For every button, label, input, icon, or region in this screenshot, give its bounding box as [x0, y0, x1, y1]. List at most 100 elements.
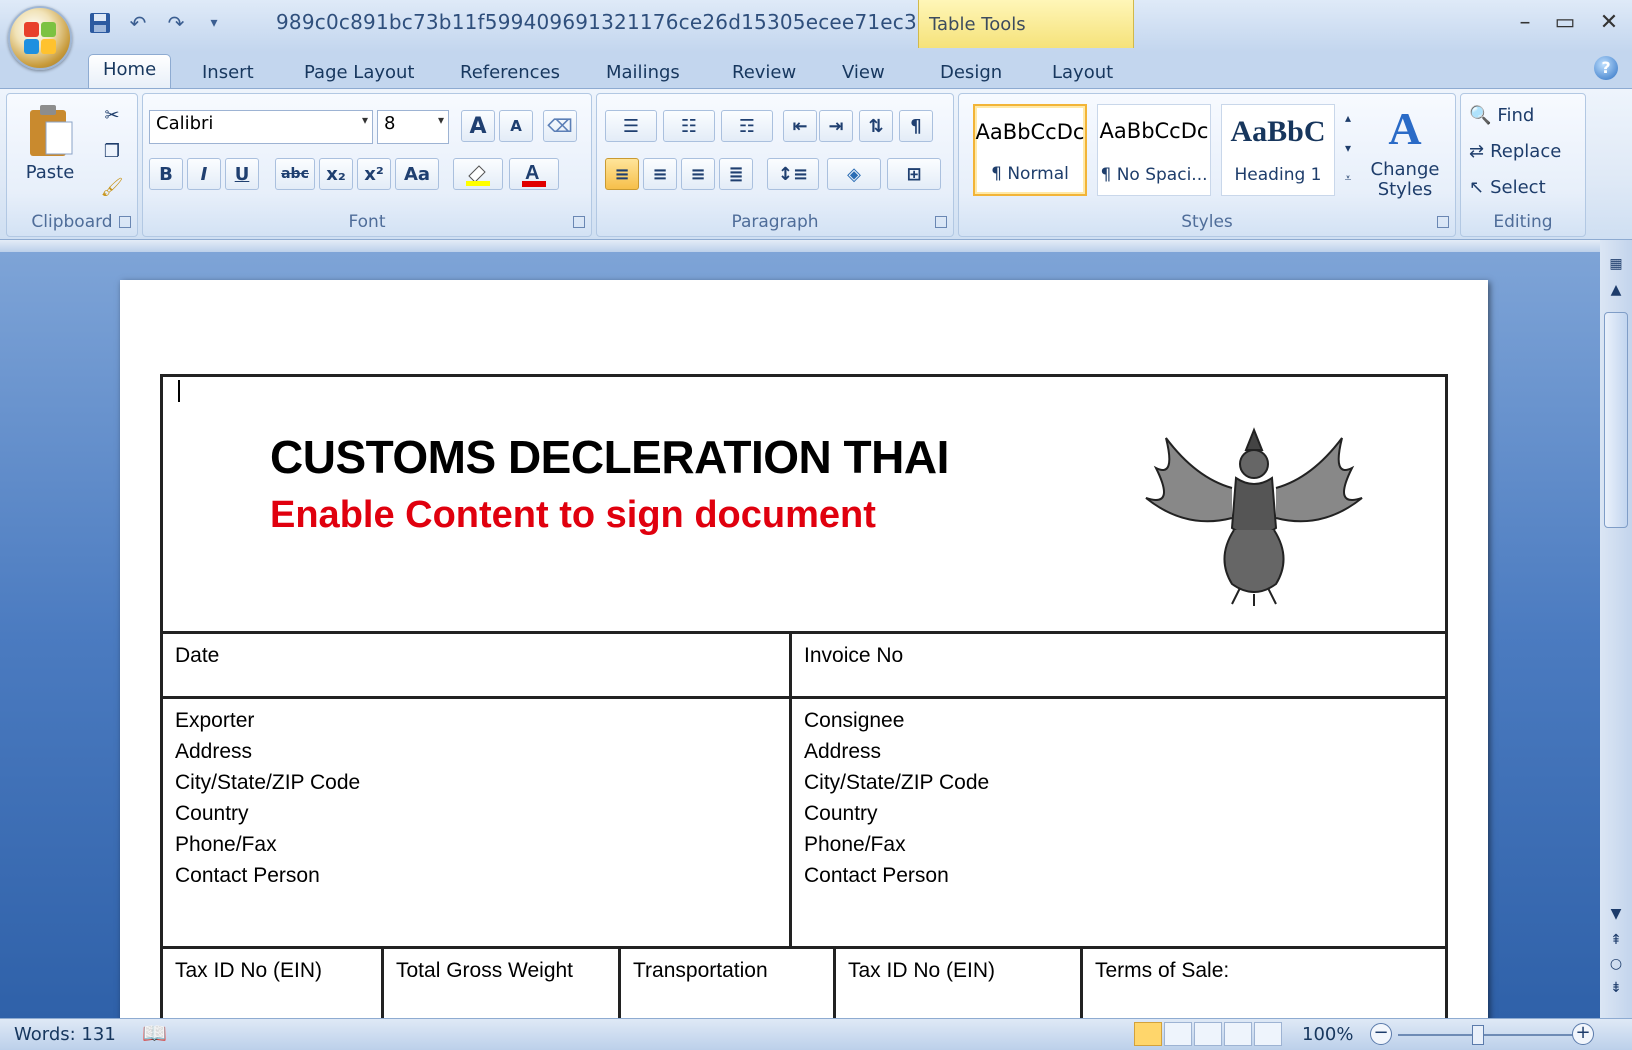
- paste-icon[interactable]: [21, 100, 81, 162]
- undo-icon[interactable]: ↶: [124, 10, 152, 36]
- borders-icon[interactable]: ⊞: [887, 158, 941, 190]
- sort-icon[interactable]: ⇅: [859, 110, 893, 142]
- replace-icon: ⇄: [1469, 140, 1485, 162]
- style-heading-1[interactable]: AaBbC Heading 1: [1221, 104, 1335, 196]
- tab-mailings[interactable]: Mailings: [606, 58, 680, 88]
- font-size-combo[interactable]: 8 ▾: [377, 110, 449, 144]
- shrink-font-button[interactable]: A: [499, 110, 533, 142]
- styles-more-icon[interactable]: ⩡: [1339, 164, 1357, 192]
- select-button[interactable]: ↖ Select: [1469, 172, 1579, 202]
- tab-design[interactable]: Design: [940, 58, 1002, 88]
- tab-layout[interactable]: Layout: [1052, 58, 1113, 88]
- bottom-cell[interactable]: Tax ID No (EIN): [833, 946, 1083, 1026]
- tab-home[interactable]: Home: [88, 54, 172, 90]
- underline-button[interactable]: U: [225, 158, 259, 190]
- italic-button[interactable]: I: [187, 158, 221, 190]
- align-center-icon[interactable]: ≡: [643, 158, 677, 190]
- change-case-button[interactable]: Aa: [395, 158, 439, 190]
- view-ruler-icon[interactable]: ▦: [1604, 256, 1628, 278]
- styles-scroll-down-icon[interactable]: ▾: [1339, 134, 1357, 162]
- close-button[interactable]: ✕: [1592, 10, 1626, 38]
- consignee-line: City/State/ZIP Code: [804, 771, 990, 794]
- table-tools-group: Table Tools: [918, 0, 1134, 48]
- print-layout-icon[interactable]: [1134, 1022, 1162, 1046]
- zoom-out-icon[interactable]: −: [1370, 1023, 1392, 1045]
- copy-icon[interactable]: ❐: [97, 138, 127, 164]
- consignee-cell[interactable]: Consignee Address City/State/ZIP Code Co…: [789, 696, 1448, 949]
- bottom-cell[interactable]: Tax ID No (EIN): [160, 946, 384, 1026]
- redo-icon[interactable]: ↷: [162, 10, 190, 36]
- style-normal[interactable]: AaBbCcDc ¶ Normal: [973, 104, 1087, 196]
- word-count[interactable]: Words: 131: [14, 1024, 116, 1045]
- clear-formatting-icon[interactable]: ⌫: [543, 110, 577, 142]
- zoom-in-icon[interactable]: +: [1572, 1023, 1594, 1045]
- highlight-color-icon[interactable]: [453, 158, 503, 190]
- style-no-spacing[interactable]: AaBbCcDc ¶ No Spaci...: [1097, 104, 1211, 196]
- office-button[interactable]: [8, 6, 72, 70]
- zoom-slider-thumb[interactable]: [1472, 1025, 1484, 1045]
- multilevel-list-icon[interactable]: ☶: [721, 110, 773, 142]
- replace-button[interactable]: ⇄ Replace: [1469, 136, 1579, 166]
- bullets-icon[interactable]: ☰: [605, 110, 657, 142]
- select-browse-object-icon[interactable]: ○: [1604, 956, 1628, 978]
- styles-launcher-icon[interactable]: [1437, 216, 1449, 228]
- cut-icon[interactable]: ✂: [97, 102, 127, 128]
- font-color-icon[interactable]: A: [509, 158, 559, 190]
- web-layout-icon[interactable]: [1194, 1022, 1222, 1046]
- shading-icon[interactable]: ◈: [827, 158, 881, 190]
- align-left-icon[interactable]: ≡: [605, 158, 639, 190]
- tab-references[interactable]: References: [460, 58, 560, 88]
- numbering-icon[interactable]: ☷: [663, 110, 715, 142]
- consignee-line: Phone/Fax: [804, 833, 906, 856]
- grow-font-button[interactable]: A: [461, 110, 495, 142]
- line-spacing-icon[interactable]: ↕≡: [767, 158, 819, 190]
- styles-scroll-up-icon[interactable]: ▴: [1339, 104, 1357, 132]
- align-right-icon[interactable]: ≡: [681, 158, 715, 190]
- customize-qat-button[interactable]: ▾: [200, 10, 228, 36]
- next-page-icon[interactable]: ⇟: [1604, 980, 1628, 1002]
- scroll-up-icon[interactable]: ▲: [1604, 282, 1628, 304]
- decrease-indent-icon[interactable]: ⇤: [783, 110, 817, 142]
- zoom-level[interactable]: 100%: [1302, 1024, 1353, 1045]
- tab-review[interactable]: Review: [732, 58, 796, 88]
- font-name-combo[interactable]: Calibri ▾: [149, 110, 373, 144]
- paragraph-launcher-icon[interactable]: [935, 216, 947, 228]
- save-icon[interactable]: [86, 10, 114, 36]
- proofing-icon[interactable]: 📖: [142, 1021, 172, 1047]
- clipboard-launcher-icon[interactable]: [119, 216, 131, 228]
- superscript-button[interactable]: x²: [357, 158, 391, 190]
- tab-insert[interactable]: Insert: [202, 58, 254, 88]
- tab-view[interactable]: View: [842, 58, 885, 88]
- outline-icon[interactable]: [1224, 1022, 1252, 1046]
- bottom-cell[interactable]: Transportation: [618, 946, 836, 1026]
- format-painter-icon[interactable]: 🖌: [97, 174, 127, 200]
- bottom-cell[interactable]: Total Gross Weight: [381, 946, 621, 1026]
- minimize-button[interactable]: –: [1508, 10, 1542, 38]
- zoom-slider-track[interactable]: [1398, 1034, 1584, 1036]
- bottom-cell[interactable]: Terms of Sale:: [1080, 946, 1448, 1026]
- font-launcher-icon[interactable]: [573, 216, 585, 228]
- scroll-thumb[interactable]: [1604, 312, 1628, 528]
- full-screen-reading-icon[interactable]: [1164, 1022, 1192, 1046]
- bold-button[interactable]: B: [149, 158, 183, 190]
- justify-icon[interactable]: ≣: [719, 158, 753, 190]
- find-button[interactable]: 🔍 Find: [1469, 100, 1579, 130]
- tab-page-layout[interactable]: Page Layout: [304, 58, 415, 88]
- help-icon[interactable]: ?: [1594, 56, 1618, 80]
- vertical-scrollbar[interactable]: ▦ ▲ ▼ ⇞ ○ ⇟: [1600, 240, 1632, 1018]
- exporter-line: Phone/Fax: [175, 833, 277, 856]
- subscript-button[interactable]: x₂: [319, 158, 353, 190]
- increase-indent-icon[interactable]: ⇥: [819, 110, 853, 142]
- scroll-down-icon[interactable]: ▼: [1604, 906, 1628, 928]
- date-cell[interactable]: Date: [160, 631, 792, 699]
- show-marks-icon[interactable]: ¶: [899, 110, 933, 142]
- draft-icon[interactable]: [1254, 1022, 1282, 1046]
- change-styles-icon[interactable]: A: [1365, 98, 1445, 158]
- previous-page-icon[interactable]: ⇞: [1604, 932, 1628, 954]
- maximize-button[interactable]: ▭: [1548, 10, 1582, 38]
- invoice-cell[interactable]: Invoice No: [789, 631, 1448, 699]
- strikethrough-button[interactable]: abc: [275, 158, 315, 190]
- change-styles-button[interactable]: Change Styles: [1363, 158, 1447, 202]
- paste-button[interactable]: Paste: [15, 160, 85, 184]
- exporter-cell[interactable]: Exporter Address City/State/ZIP Code Cou…: [160, 696, 792, 949]
